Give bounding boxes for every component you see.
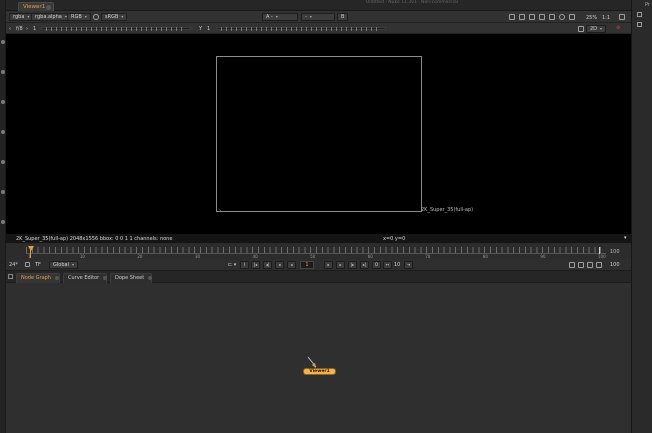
viewer-canvas[interactable]: ↘ 2K_Super_35(full-ap) <box>6 34 631 234</box>
tool-icon[interactable] <box>1 160 5 164</box>
close-icon[interactable] <box>54 275 59 280</box>
previous-keyframe-button[interactable]: ◂| <box>263 261 272 269</box>
tool-icon[interactable] <box>1 220 5 224</box>
tool-icon[interactable] <box>1 70 5 74</box>
gamma-label: Y <box>199 26 203 32</box>
bounce-icon[interactable] <box>578 262 584 268</box>
scope-dropdown[interactable]: Global ▾ <box>49 261 78 269</box>
viewer-info-bar: 2K_Super_35(full-ap) 2048x1556 bbox: 0 0… <box>6 234 631 244</box>
origin-marker: ↘ <box>218 207 222 212</box>
loop-icon[interactable] <box>569 262 575 268</box>
tab-viewer1[interactable]: Viewer1 <box>18 2 54 11</box>
cursor-coords: x=0 y=0 <box>383 236 406 242</box>
fps-menu-icon[interactable] <box>25 262 30 267</box>
no-entry-icon[interactable]: ⊘ <box>616 25 620 31</box>
roi-icon[interactable] <box>509 14 515 20</box>
first-frame-button[interactable]: |◂ <box>251 261 260 269</box>
tab-dope-sheet[interactable]: Dope Sheet <box>110 273 153 283</box>
view-mode-dropdown[interactable]: 2D ▾ <box>586 25 607 33</box>
tool-icon[interactable] <box>1 190 5 194</box>
fstop-value[interactable]: f/8 <box>16 26 23 32</box>
playhead-marker[interactable] <box>28 246 34 251</box>
timeline-end-value: 100 <box>610 249 620 255</box>
skip-frames-button[interactable]: ↔ <box>383 261 392 269</box>
close-icon[interactable] <box>148 275 153 280</box>
last-frame-button[interactable]: ▸| <box>360 261 369 269</box>
gain-slider-ticks <box>46 27 186 31</box>
viewer-menu-icon[interactable] <box>619 14 625 20</box>
input-a-dropdown[interactable]: A - ▾ <box>262 13 298 21</box>
step-forward-button[interactable]: ▸ <box>324 261 333 269</box>
exposure-arrow-right-icon[interactable]: › <box>26 26 28 32</box>
color-picker-icon[interactable] <box>93 14 99 20</box>
lut-dropdown[interactable]: sRGB ▾ <box>101 13 128 21</box>
close-icon[interactable] <box>103 275 108 280</box>
ratio-value[interactable]: 1:1 <box>602 15 610 21</box>
node-graph-canvas[interactable]: Viewer1 <box>6 283 631 433</box>
tab-label: Viewer1 <box>23 4 46 10</box>
panel-menu-icon[interactable] <box>8 274 13 279</box>
gamma-value[interactable]: 1 <box>207 26 210 32</box>
clip-icon[interactable] <box>519 14 525 20</box>
overlay-icon[interactable] <box>529 14 535 20</box>
grid-icon[interactable] <box>549 14 555 20</box>
in-out-icon[interactable]: ⊏ ▾ <box>228 262 236 268</box>
timeline[interactable]: 1102030405060708090100 100 <box>6 244 631 259</box>
next-keyframe-button[interactable]: |▸ <box>348 261 357 269</box>
playback-controls: 24* TF Global ▾ ⊏ ▾ I |◂ ◂| ◂ ◂ 1 ▸ ▸ |▸ … <box>6 259 631 271</box>
viewer-tab-strip: Viewer1 Untitled - Nuke 11.3v1 - Non-com… <box>6 0 631 11</box>
node-graph-tab-strip: Node Graph Curve Editor Dope Sheet <box>6 271 631 283</box>
tool-icon[interactable] <box>1 100 5 104</box>
increment-step-button[interactable]: ⇥ <box>404 261 413 269</box>
timeline-baseline <box>26 253 606 254</box>
lock-icon[interactable] <box>637 22 642 27</box>
gain-value[interactable]: 1 <box>33 26 36 32</box>
current-frame-field[interactable]: 1 <box>300 261 314 269</box>
export-icon[interactable] <box>596 262 602 268</box>
alpha-channel-dropdown[interactable]: rgba.alpha ▾ <box>31 13 71 21</box>
viewer-toolbar-top: rgba ▾ rgba.alpha ▾ RGB ▾ sRGB ▾ A - ▾ - ▾ B 2… <box>6 11 631 23</box>
tab-curve-editor[interactable]: Curve Editor <box>63 273 108 283</box>
close-icon[interactable] <box>46 5 51 10</box>
gamma-slider-ticks <box>221 27 381 31</box>
channels-dropdown[interactable]: rgba ▾ <box>9 13 34 21</box>
display-channels-dropdown[interactable]: RGB ▾ <box>67 13 91 21</box>
tab-node-graph[interactable]: Node Graph <box>16 273 60 283</box>
exposure-arrows-icon[interactable]: ‹ <box>9 26 11 32</box>
properties-panel: Pr <box>631 0 652 433</box>
format-bounding-box <box>216 56 422 212</box>
lock-range-icon[interactable] <box>587 262 593 268</box>
tf-value[interactable]: TF <box>35 262 41 268</box>
fps-value[interactable]: 24* <box>9 262 18 268</box>
timeline-end-marker[interactable] <box>599 247 600 254</box>
tool-icon[interactable] <box>1 130 5 134</box>
playhead-line <box>30 246 31 258</box>
increment-value[interactable]: 10 <box>394 262 400 268</box>
input-b-label[interactable]: B <box>337 13 349 21</box>
info-expand-icon[interactable]: ▾ <box>624 235 627 241</box>
tool-icon[interactable] <box>1 40 5 44</box>
viewer-node[interactable]: Viewer1 <box>303 368 336 375</box>
refresh-icon[interactable] <box>559 14 565 20</box>
mask-icon[interactable] <box>539 14 545 20</box>
play-backward-button[interactable]: ◂ <box>275 261 284 269</box>
camera-icon[interactable] <box>578 26 584 32</box>
image-info-text: 2K_Super_35(full-ap) 2048x1556 bbox: 0 0… <box>16 236 173 242</box>
end-frame-value[interactable]: 100 <box>610 262 620 268</box>
properties-label: Pr <box>645 2 650 8</box>
in-point-button[interactable]: I <box>240 261 249 269</box>
pause-icon[interactable] <box>569 14 575 20</box>
input-b-dropdown[interactable]: - ▾ <box>301 13 335 21</box>
zoom-value[interactable]: 25% <box>586 15 597 21</box>
window-title: Untitled - Nuke 11.3v1 - Non-commercial <box>366 0 459 5</box>
out-point-button[interactable]: O <box>372 261 381 269</box>
properties-icon[interactable] <box>637 12 642 17</box>
viewer-toolbar-bottom: ‹ f/8 › 1 Y 1 2D ▾ ⊘ <box>6 23 631 34</box>
play-forward-button[interactable]: ▸ <box>336 261 345 269</box>
format-label: 2K_Super_35(full-ap) <box>421 207 474 213</box>
step-backward-button[interactable]: ◂ <box>287 261 296 269</box>
